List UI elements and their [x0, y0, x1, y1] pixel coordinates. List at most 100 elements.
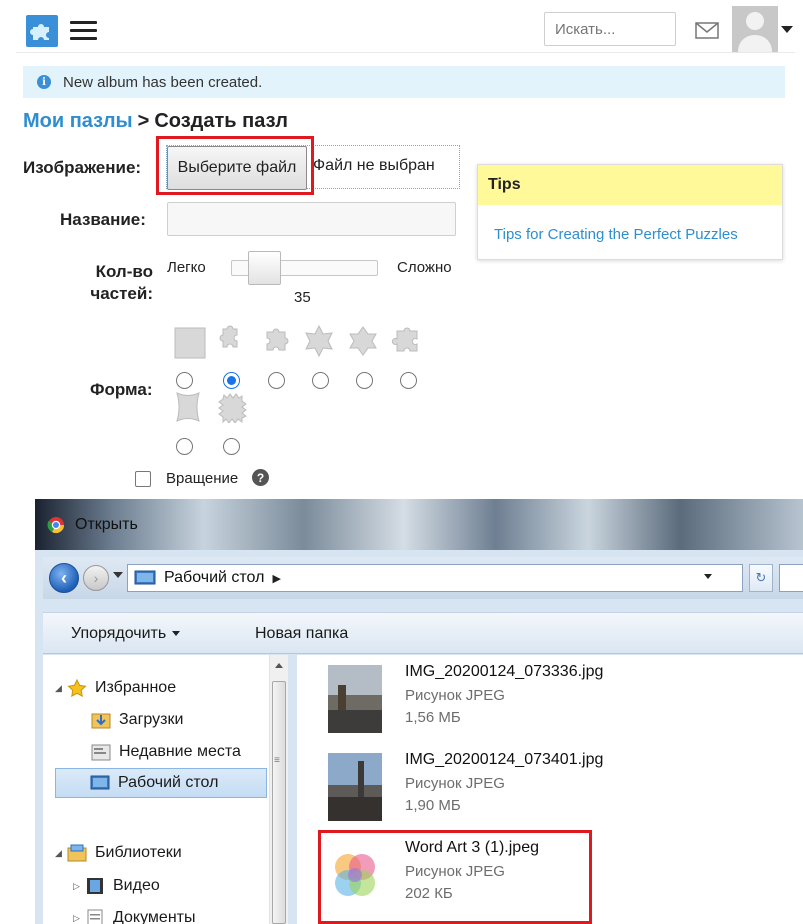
pieces-label-line2: частей: [90, 284, 153, 303]
shape-radio-flower[interactable] [356, 372, 373, 389]
chrome-icon [47, 517, 65, 534]
image-label: Изображение: [23, 158, 142, 177]
address-chevron-icon[interactable]: ▶ [272, 572, 280, 585]
tips-panel: Tips Tips for Creating the Perfect Puzzl… [477, 164, 783, 260]
shape-radio-curved[interactable] [176, 438, 193, 455]
nav-recent-label: Недавние места [119, 743, 241, 760]
shape-classic-icon[interactable] [214, 325, 246, 357]
new-folder-button[interactable]: Новая папка [255, 625, 348, 643]
nav-desktop-label: Рабочий стол [118, 774, 219, 791]
forward-arrow-icon[interactable]: › [83, 565, 109, 591]
dialog-titlebar: Открыть [35, 499, 803, 550]
pieces-slider-handle[interactable] [248, 251, 281, 285]
slider-min-label: Легко [167, 259, 206, 276]
shape-rounded-icon[interactable] [391, 325, 423, 357]
navbar-divider [16, 52, 795, 53]
organize-label: Упорядочить [71, 625, 167, 642]
star-icon [67, 679, 87, 697]
shape-jagged-icon[interactable] [216, 391, 248, 423]
pieces-label: Кол-во частей: [60, 261, 153, 305]
file-size: 1,90 МБ [405, 797, 461, 814]
expand-triangle-icon[interactable]: ▷ [73, 913, 85, 924]
file-type: Рисунок JPEG [405, 775, 505, 792]
name-input[interactable] [167, 202, 456, 236]
user-avatar-icon[interactable] [732, 6, 778, 52]
nav-libraries-label: Библиотеки [95, 844, 182, 861]
nav-desktop[interactable]: Рабочий стол [55, 768, 267, 798]
dialog-search-input[interactable] [779, 564, 803, 592]
file-size: 1,56 МБ [405, 709, 461, 726]
photo-thumbnail [328, 753, 382, 821]
breadcrumb-my-puzzles-link[interactable]: Мои пазлы [23, 110, 133, 132]
info-icon: i [37, 75, 51, 89]
shape-tabbed-icon[interactable] [260, 325, 292, 357]
photo-thumbnail [328, 665, 382, 733]
rotation-checkbox[interactable] [135, 471, 151, 487]
file-item[interactable]: IMG_20200124_073401.jpg Рисунок JPEG 1,9… [322, 747, 782, 827]
nav-scrollbar[interactable]: ≡ [269, 655, 288, 924]
tips-link[interactable]: Tips for Creating the Perfect Puzzles [494, 226, 738, 243]
organize-menu[interactable]: Упорядочить [71, 625, 181, 643]
page-title: Создать пазл [154, 110, 288, 132]
nav-video-label: Видео [113, 877, 160, 894]
history-dropdown-icon[interactable] [113, 572, 123, 578]
video-icon [87, 878, 103, 894]
shape-radio-classic[interactable] [223, 372, 240, 389]
shape-radio-square[interactable] [176, 372, 193, 389]
shape-square-icon[interactable] [174, 327, 206, 359]
caret-down-icon[interactable] [781, 26, 793, 33]
success-alert: i New album has been created. [23, 66, 785, 98]
dialog-toolbar: Упорядочить Новая папка [43, 612, 803, 654]
expand-triangle-icon[interactable]: ▷ [73, 881, 85, 892]
question-circle-icon[interactable]: ? [252, 469, 269, 486]
address-dropdown-icon[interactable] [704, 574, 712, 579]
shape-radio-star[interactable] [312, 372, 329, 389]
pieces-label-line1: Кол-во [95, 262, 153, 281]
shape-flower-icon[interactable] [347, 325, 379, 357]
breadcrumb: Мои пазлы > Создать пазл [23, 110, 288, 133]
highlight-frame [318, 830, 592, 924]
shape-star-icon[interactable] [303, 325, 335, 357]
downloads-folder-icon [91, 713, 111, 729]
nav-documents-label: Документы [113, 909, 196, 924]
file-type: Рисунок JPEG [405, 687, 505, 704]
nav-scrollbar-thumb[interactable] [272, 681, 286, 924]
nav-video[interactable]: ▷ Видео [73, 871, 160, 901]
envelope-icon[interactable] [695, 22, 719, 39]
collapse-triangle-icon[interactable]: ◢ [55, 848, 67, 859]
shape-radio-rounded[interactable] [400, 372, 417, 389]
rotation-label: Вращение [166, 470, 239, 487]
name-label: Название: [60, 210, 146, 229]
file-status-text: Файл не выбран [313, 157, 435, 174]
organize-caret-icon [172, 631, 181, 637]
top-navbar [0, 0, 803, 58]
nav-libraries[interactable]: ◢ Библиотеки [55, 838, 182, 868]
collapse-triangle-icon[interactable]: ◢ [55, 683, 67, 694]
address-bar[interactable]: Рабочий стол ▶ [127, 564, 743, 592]
file-item[interactable]: IMG_20200124_073336.jpg Рисунок JPEG 1,5… [322, 659, 782, 739]
file-name: IMG_20200124_073336.jpg [405, 663, 604, 680]
desktop-icon [134, 570, 156, 585]
back-arrow-icon[interactable]: ‹ [49, 563, 79, 593]
shape-label: Форма: [90, 380, 153, 399]
slider-value: 35 [294, 289, 311, 306]
hamburger-menu-icon[interactable] [70, 21, 97, 40]
nav-downloads-label: Загрузки [119, 711, 184, 728]
libraries-icon [67, 844, 87, 862]
breadcrumb-separator: > [137, 110, 150, 132]
nav-recent[interactable]: Недавние места [91, 737, 241, 767]
puzzle-logo-icon[interactable] [26, 15, 58, 47]
nav-documents[interactable]: ▷ Документы [73, 903, 195, 924]
nav-downloads[interactable]: Загрузки [91, 705, 183, 735]
dialog-navbar: ‹ › Рабочий стол ▶ ↻ [43, 557, 803, 599]
shape-curved-icon[interactable] [172, 391, 204, 423]
shape-radio-tabbed[interactable] [268, 372, 285, 389]
refresh-icon[interactable]: ↻ [749, 564, 773, 592]
shape-radio-jagged[interactable] [223, 438, 240, 455]
scroll-up-icon[interactable] [275, 663, 283, 668]
navigation-pane: ◢ Избранное Загрузки Недавние места Рабо… [43, 655, 288, 924]
search-input[interactable] [544, 12, 676, 46]
scroll-grip-icon: ≡ [274, 755, 280, 766]
nav-favorites[interactable]: ◢ Избранное [55, 673, 176, 703]
nav-favorites-label: Избранное [95, 679, 177, 696]
